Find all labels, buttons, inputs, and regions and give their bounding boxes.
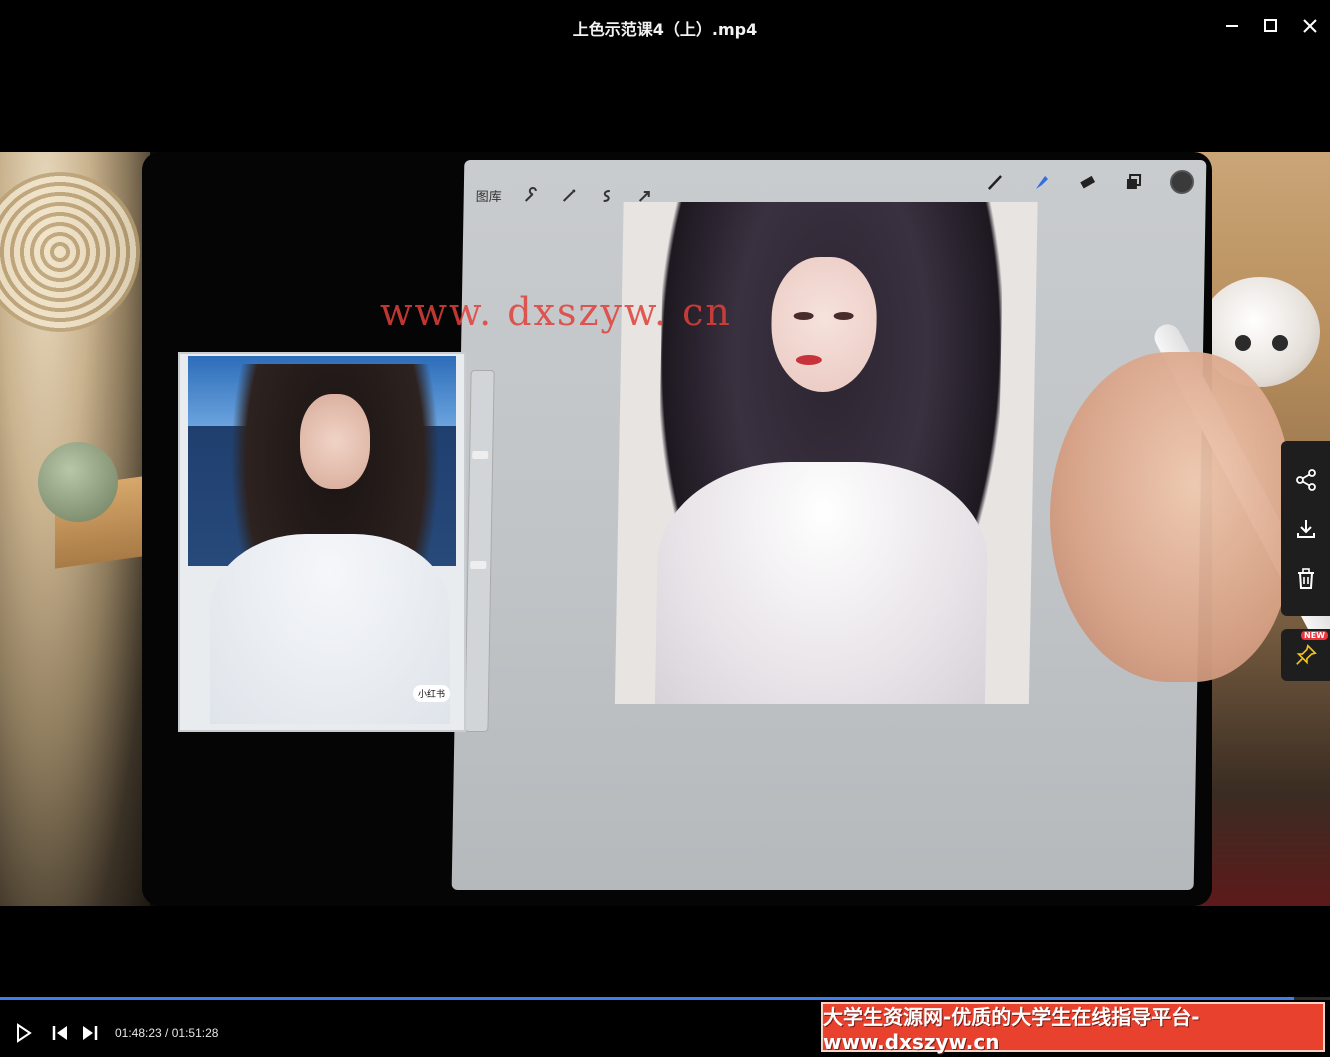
- new-badge: NEW: [1301, 631, 1328, 640]
- pin-button[interactable]: NEW: [1281, 629, 1330, 681]
- current-time: 01:48:23: [115, 1026, 162, 1040]
- reference-tag: 小红书: [412, 685, 450, 702]
- selection-icon: [598, 187, 616, 205]
- artwork-canvas: [614, 202, 1038, 704]
- color-swatch-icon: [1169, 170, 1195, 194]
- play-icon[interactable]: [12, 1022, 34, 1044]
- reference-photo: 小红书: [178, 352, 466, 732]
- total-time: 01:51:28: [171, 1026, 219, 1040]
- brush-icon: [986, 173, 1004, 191]
- watermark-text: www. dxszyw. cn: [380, 290, 732, 334]
- share-icon[interactable]: [1293, 467, 1319, 493]
- title-bar: 上色示范课4（上）.mp4: [0, 0, 1330, 56]
- promo-banner[interactable]: 大学生资源网-优质的大学生在线指导平台-www.dxszyw.cn: [821, 1002, 1325, 1054]
- video-frame[interactable]: 图库 小红书 www. dxszyw. cn: [0, 152, 1330, 906]
- eraser-icon: [1078, 173, 1096, 191]
- download-icon[interactable]: [1293, 516, 1319, 542]
- app-toolbar-right: [986, 170, 1195, 194]
- previous-icon[interactable]: [50, 1022, 72, 1044]
- window-title: 上色示范课4（上）.mp4: [572, 20, 758, 39]
- minimize-icon[interactable]: [1218, 12, 1246, 40]
- ball-image: [38, 442, 118, 522]
- delete-icon[interactable]: [1293, 566, 1319, 592]
- artwork-dress: [654, 462, 990, 704]
- background-left: [0, 152, 150, 906]
- next-icon[interactable]: [78, 1022, 100, 1044]
- faded-logo: [1150, 975, 1260, 1001]
- time-separator: /: [161, 1026, 172, 1040]
- side-action-panel: [1281, 441, 1330, 616]
- wrench-icon: [522, 186, 540, 205]
- fan-image: [0, 172, 140, 332]
- time-display: 01:48:23 / 01:51:28: [115, 1026, 218, 1040]
- brush-size-slider: [464, 370, 495, 732]
- hand-image: [1050, 352, 1290, 682]
- smudge-icon: [1032, 173, 1050, 191]
- maximize-icon[interactable]: [1256, 12, 1284, 40]
- pin-icon: [1296, 644, 1317, 665]
- magic-wand-icon: [560, 187, 578, 205]
- layers-icon: [1124, 173, 1142, 191]
- close-icon[interactable]: [1296, 12, 1324, 40]
- banner-text: 大学生资源网-优质的大学生在线指导平台-www.dxszyw.cn: [823, 1004, 1200, 1054]
- gallery-label: 图库: [475, 190, 502, 205]
